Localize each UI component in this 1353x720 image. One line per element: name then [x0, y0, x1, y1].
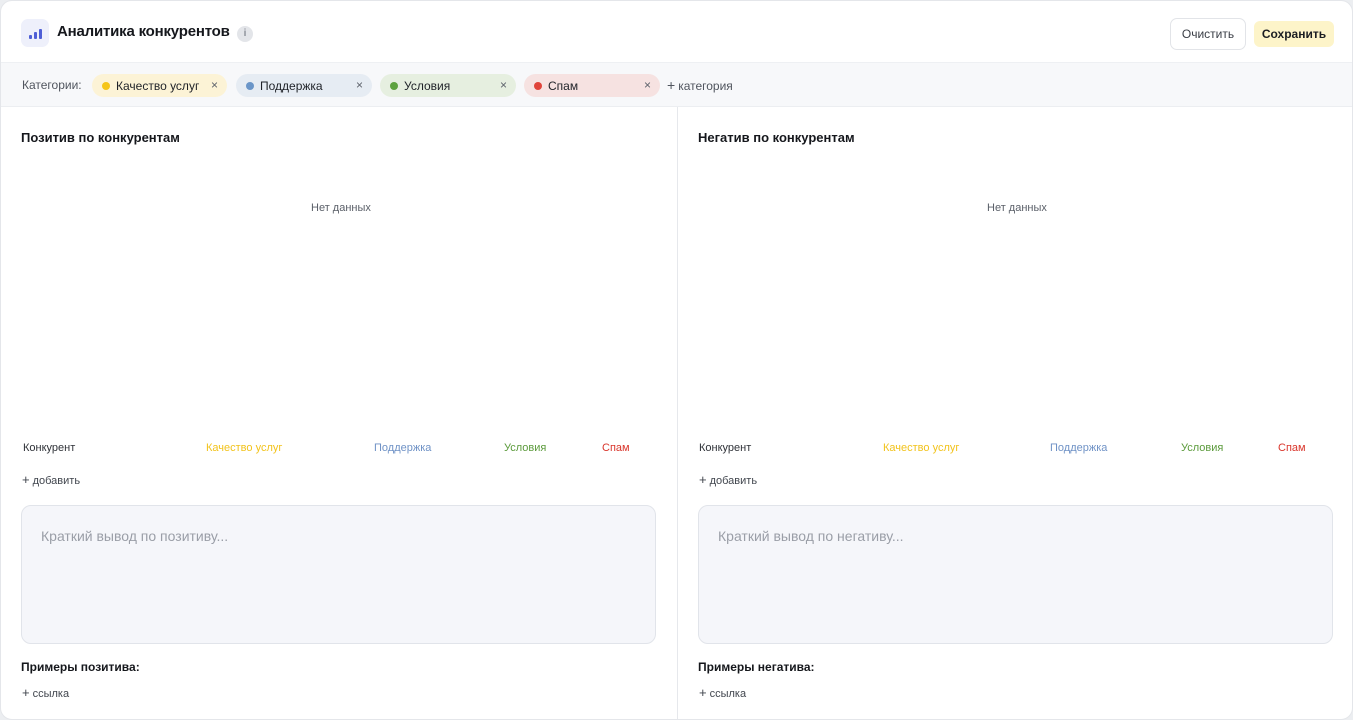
category-chip-label: Качество услуг	[116, 78, 200, 93]
add-category-button[interactable]: + категория	[667, 77, 733, 93]
column-competitor: Конкурент	[23, 442, 76, 454]
category-chip-support[interactable]: Поддержка ×	[236, 74, 372, 97]
plus-icon: +	[699, 472, 707, 487]
positive-panel: Позитив по конкурентам Нет данных Конкур…	[1, 107, 678, 719]
plus-icon: +	[22, 685, 30, 700]
empty-state-text: Нет данных	[987, 202, 1047, 214]
competitor-analytics-card: Аналитика конкурентов i Очистить Сохрани…	[0, 0, 1353, 720]
positive-summary-textarea[interactable]: Краткий вывод по позитиву...	[21, 505, 656, 644]
column-conditions: Условия	[1181, 442, 1224, 454]
empty-state-text: Нет данных	[311, 202, 371, 214]
plus-icon: +	[22, 472, 30, 487]
column-support: Поддержка	[1050, 442, 1108, 454]
column-competitor: Конкурент	[699, 442, 752, 454]
add-competitor-label: добавить	[709, 475, 758, 487]
add-category-label: категория	[678, 79, 733, 93]
category-dot-icon	[390, 81, 398, 90]
column-spam: Спам	[602, 442, 630, 454]
negative-summary-textarea[interactable]: Краткий вывод по негативу...	[698, 505, 1333, 644]
add-competitor-button[interactable]: + добавить	[699, 472, 757, 487]
category-chip-label: Спам	[548, 78, 579, 93]
negative-panel: Негатив по конкурентам Нет данных Конкур…	[678, 107, 1352, 719]
category-chip-spam[interactable]: Спам ×	[524, 74, 660, 97]
close-icon[interactable]: ×	[644, 78, 651, 92]
category-dot-icon	[102, 81, 110, 90]
category-chip-label: Поддержка	[260, 78, 323, 93]
plus-icon: +	[699, 685, 707, 700]
close-icon[interactable]: ×	[356, 78, 363, 92]
positive-examples-title: Примеры позитива:	[21, 660, 140, 674]
add-positive-link-button[interactable]: + ссылка	[22, 685, 69, 700]
category-dot-icon	[246, 81, 254, 90]
category-dot-icon	[534, 81, 542, 90]
save-button[interactable]: Сохранить	[1254, 21, 1334, 47]
add-link-label: ссылка	[32, 688, 70, 700]
plus-icon: +	[667, 77, 676, 93]
negative-panel-title: Негатив по конкурентам	[698, 130, 855, 145]
categories-bar: Категории: Качество услуг × Поддержка × …	[1, 63, 1352, 107]
column-support: Поддержка	[374, 442, 432, 454]
close-icon[interactable]: ×	[500, 78, 507, 92]
add-negative-link-button[interactable]: + ссылка	[699, 685, 746, 700]
add-competitor-button[interactable]: + добавить	[22, 472, 80, 487]
add-link-label: ссылка	[709, 688, 747, 700]
add-competitor-label: добавить	[32, 475, 81, 487]
category-chip-quality[interactable]: Качество услуг ×	[92, 74, 227, 97]
close-icon[interactable]: ×	[211, 78, 218, 92]
column-quality: Качество услуг	[883, 442, 960, 454]
positive-panel-title: Позитив по конкурентам	[21, 130, 180, 145]
negative-examples-title: Примеры негатива:	[698, 660, 815, 674]
info-icon[interactable]: i	[237, 26, 253, 42]
column-conditions: Условия	[504, 442, 547, 454]
categories-label: Категории:	[22, 78, 82, 92]
header: Аналитика конкурентов i Очистить Сохрани…	[1, 1, 1352, 63]
bar-chart-icon	[21, 19, 49, 47]
category-chip-label: Условия	[404, 78, 451, 93]
page-title: Аналитика конкурентов	[57, 23, 230, 40]
column-spam: Спам	[1278, 442, 1306, 454]
clear-button[interactable]: Очистить	[1170, 18, 1246, 50]
category-chip-conditions[interactable]: Условия ×	[380, 74, 516, 97]
column-quality: Качество услуг	[206, 442, 283, 454]
